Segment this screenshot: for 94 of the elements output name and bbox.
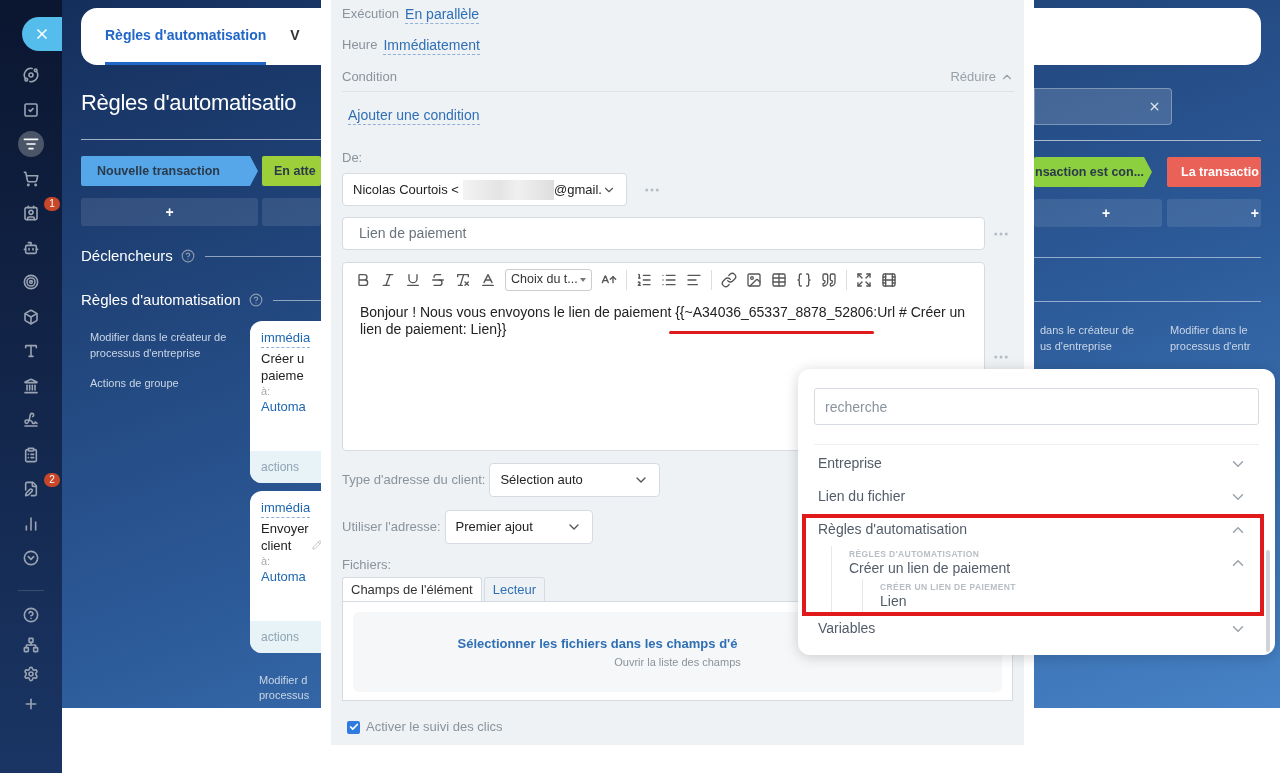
robot-icon	[23, 239, 39, 256]
strikethrough-icon[interactable]	[430, 271, 446, 288]
scrollbar[interactable]	[1266, 550, 1270, 652]
orbit-icon	[23, 67, 39, 84]
search-field[interactable]	[1034, 88, 1172, 125]
time-link[interactable]: Immédiatement	[383, 35, 480, 55]
sender-domain: @gmail.	[554, 180, 602, 199]
menu-item[interactable]: Lien	[880, 591, 1016, 610]
side-link[interactable]: Modifier d processus	[250, 673, 322, 703]
notification-badge: 1	[44, 197, 60, 211]
sender-name: Nicolas Courtois <	[353, 180, 459, 199]
text-icon	[23, 343, 39, 360]
target-link[interactable]: Automa	[261, 568, 306, 586]
cart-icon	[23, 170, 39, 187]
notification-badge: 2	[44, 473, 60, 487]
table-icon[interactable]	[771, 271, 787, 288]
menu-item[interactable]: Règles d'automatisation	[818, 519, 967, 540]
timing-link[interactable]: immédia	[261, 499, 311, 518]
add-button[interactable]: +	[1034, 199, 1162, 227]
menu-item[interactable]: Lien du fichier	[818, 486, 906, 507]
section-label: Condition	[342, 67, 397, 86]
close-button[interactable]	[22, 17, 62, 51]
dropdown[interactable]: Sélection auto	[489, 463, 661, 497]
numbered-list-icon[interactable]	[636, 271, 652, 288]
field-label: Fichiers:	[342, 556, 392, 575]
close-icon[interactable]	[1148, 100, 1161, 113]
image-icon[interactable]	[746, 271, 762, 288]
field-label: Utiliser l'adresse:	[342, 518, 441, 537]
to-label: à:	[261, 554, 271, 568]
add-button[interactable]: +	[81, 198, 258, 226]
box-icon	[23, 308, 39, 325]
field-label: Heure	[342, 36, 378, 55]
video-icon[interactable]	[881, 271, 897, 288]
target-link[interactable]: Automa	[261, 398, 306, 416]
menu-item[interactable]: Variables	[818, 618, 876, 639]
target-icon	[23, 274, 39, 291]
close-icon	[34, 26, 50, 42]
help-icon	[23, 607, 39, 624]
field-label: Exécution	[342, 5, 400, 24]
dropdown[interactable]: Premier ajout	[444, 510, 593, 544]
section-title: Règles d'automatisation	[81, 289, 241, 310]
text-color-icon[interactable]	[480, 271, 496, 288]
bank-icon	[23, 377, 39, 394]
add-button[interactable]: +	[1167, 199, 1261, 227]
network-icon	[23, 636, 39, 653]
quote-icon[interactable]	[821, 271, 837, 288]
action-title: Créer u paieme	[261, 350, 305, 384]
tab[interactable]: Champs de l'élément	[342, 577, 482, 602]
underline-icon[interactable]	[405, 271, 421, 288]
clear-format-icon[interactable]	[455, 271, 471, 288]
font-dropdown[interactable]: Choix du t...	[505, 268, 592, 291]
bar-chart-icon	[23, 515, 39, 532]
side-link[interactable]: Modifier dans le processus d'entr	[1170, 322, 1261, 354]
group-caption: RÈGLES D'AUTOMATISATION	[849, 548, 981, 559]
help-icon[interactable]	[248, 293, 263, 307]
settings-icon	[23, 666, 39, 683]
search-input[interactable]: recherche	[814, 388, 1259, 425]
file-picker-hint: Ouvrir la liste des champs	[613, 654, 742, 670]
side-link[interactable]: Actions de groupe	[90, 375, 250, 391]
action-title: Envoyer client	[261, 520, 309, 554]
timing-link[interactable]: immédia	[261, 329, 311, 348]
tab[interactable]: Lecteur	[483, 577, 546, 602]
page-title: Règles d'automatisatio	[81, 88, 297, 117]
subject-field[interactable]: Lien de paiement	[342, 217, 985, 250]
checkbox[interactable]	[347, 720, 360, 734]
sender-dropdown[interactable]: Nicolas Courtois < @gmail.	[342, 173, 627, 206]
checkbox-label: Activer le suivi des clics	[366, 718, 503, 737]
group-caption: CRÉER UN LIEN DE PAIEMENT	[880, 581, 1016, 592]
menu-item[interactable]: Entreprise	[818, 453, 882, 474]
chevron-down-icon	[23, 550, 39, 567]
clipboard-icon	[23, 446, 39, 463]
message-body[interactable]: Bonjour ! Nous vous envoyons le lien de paiement {{~A34036_65337_8878_52806:Url # Créer un lien de paiement: Lien}}	[343, 296, 984, 338]
to-label: à:	[261, 384, 271, 398]
code-icon[interactable]	[796, 271, 812, 288]
bold-icon[interactable]	[355, 271, 371, 288]
link-icon[interactable]	[721, 271, 737, 288]
section-title: Déclencheurs	[81, 245, 173, 266]
italic-icon[interactable]	[380, 271, 396, 288]
contact-card-icon	[23, 205, 39, 222]
signature-icon	[23, 412, 39, 429]
side-link[interactable]: Modifier dans le créateur de processus d'entreprise	[90, 329, 250, 361]
fullscreen-icon[interactable]	[856, 271, 872, 288]
side-link[interactable]: dans le créateur de us d'entreprise	[1034, 322, 1170, 354]
add-condition-link[interactable]: Ajouter une condition	[348, 105, 480, 125]
file-pen-icon	[23, 481, 39, 498]
checkbox-icon	[23, 101, 39, 118]
field-label: Type d'adresse du client:	[342, 471, 486, 490]
menu-item[interactable]: Créer un lien de paiement	[849, 558, 1011, 577]
sidebar-button[interactable]	[18, 131, 44, 158]
help-icon[interactable]	[180, 249, 195, 263]
field-label: De:	[342, 149, 363, 168]
execution-link[interactable]: En parallèle	[405, 4, 480, 24]
tab[interactable]: V	[290, 8, 300, 65]
tab[interactable]: Règles d'automatisation	[105, 8, 267, 65]
